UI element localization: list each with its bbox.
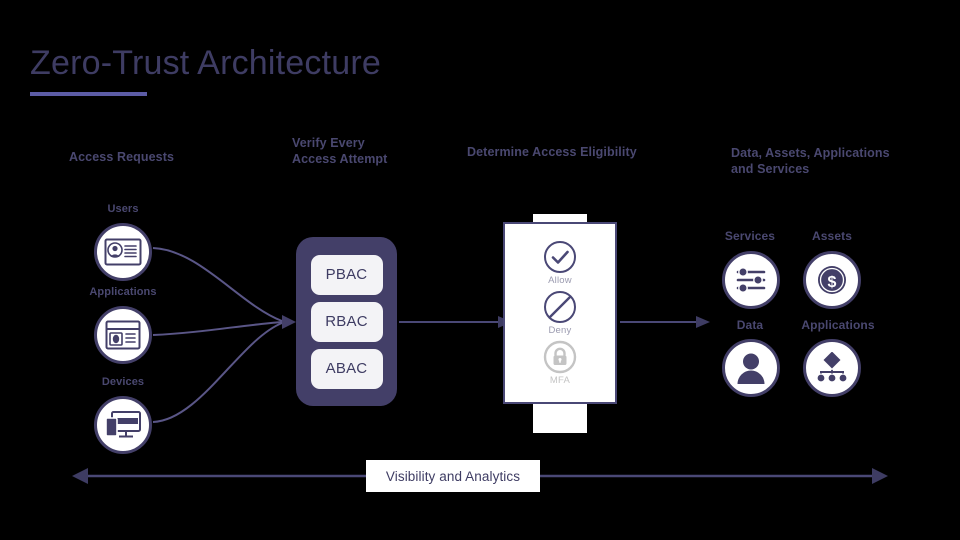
asset-node-data[interactable]: [722, 339, 780, 397]
source-node-applications[interactable]: [94, 306, 152, 364]
app-window-icon: [105, 320, 141, 350]
policy-chip-rbac[interactable]: RBAC: [310, 301, 383, 342]
decision-label-deny: Deny: [548, 325, 572, 336]
decision-mfa[interactable]: MFA: [543, 340, 577, 386]
check-circle-icon: [544, 241, 576, 273]
stage-header-line: and Services: [731, 162, 810, 176]
no-entry-circle-icon: [544, 291, 576, 323]
policy-chip-abac[interactable]: ABAC: [310, 348, 383, 389]
stage-header-data-assets-applications-and-services: Data, Assets, Applications and Services: [731, 145, 890, 177]
visibility-and-analytics-label: Visibility and Analytics: [366, 460, 540, 492]
asset-node-services[interactable]: [722, 251, 780, 309]
decision-label-allow: Allow: [548, 275, 572, 286]
stage-header-line: Determine Access Eligibility: [467, 145, 637, 159]
stage-header-line: Access Attempt: [292, 152, 388, 166]
policy-engine-box: PBAC RBAC ABAC: [296, 237, 397, 406]
asset-node-applications[interactable]: [803, 339, 861, 397]
stage-header-line: Access Requests: [69, 150, 175, 164]
stage-header-access-requests: Access Requests: [69, 149, 174, 165]
policy-chip-pbac[interactable]: PBAC: [310, 254, 383, 295]
network-diamond-icon: [816, 352, 848, 383]
stage-header-verify-every-access-attempt: Verify Every Access Attempt: [292, 135, 387, 167]
diagram-canvas: Zero-Trust Architecture Access Requests …: [0, 0, 960, 540]
title-underline: [30, 92, 147, 96]
source-label-applications: Applications: [89, 286, 157, 298]
decision-label-mfa: MFA: [549, 375, 571, 386]
devices-icon: [105, 411, 141, 438]
decision-panel-content: Allow Deny MFA: [503, 222, 617, 404]
lock-circle-icon: [543, 340, 577, 374]
sliders-icon: [736, 267, 766, 293]
source-node-devices[interactable]: [94, 396, 152, 454]
stage-header-line: Data, Assets, Applications: [731, 146, 890, 160]
stage-header-line: Verify Every: [292, 136, 365, 150]
source-label-devices: Devices: [101, 376, 145, 388]
user-icon: [737, 353, 765, 384]
source-node-users[interactable]: [94, 223, 152, 281]
asset-label-assets: Assets: [812, 229, 852, 243]
decision-deny[interactable]: Deny: [543, 290, 577, 336]
id-badge-icon: [104, 238, 142, 266]
svg-text:$: $: [828, 274, 837, 291]
asset-node-assets[interactable]: $: [803, 251, 861, 309]
decision-allow[interactable]: Allow: [543, 240, 577, 286]
dollar-coin-icon: $: [818, 266, 846, 294]
source-label-users: Users: [107, 203, 139, 215]
page-title: Zero-Trust Architecture: [30, 44, 381, 82]
asset-label-applications: Applications: [801, 318, 875, 332]
stage-header-determine-access-eligibility: Determine Access Eligibility: [467, 144, 637, 160]
